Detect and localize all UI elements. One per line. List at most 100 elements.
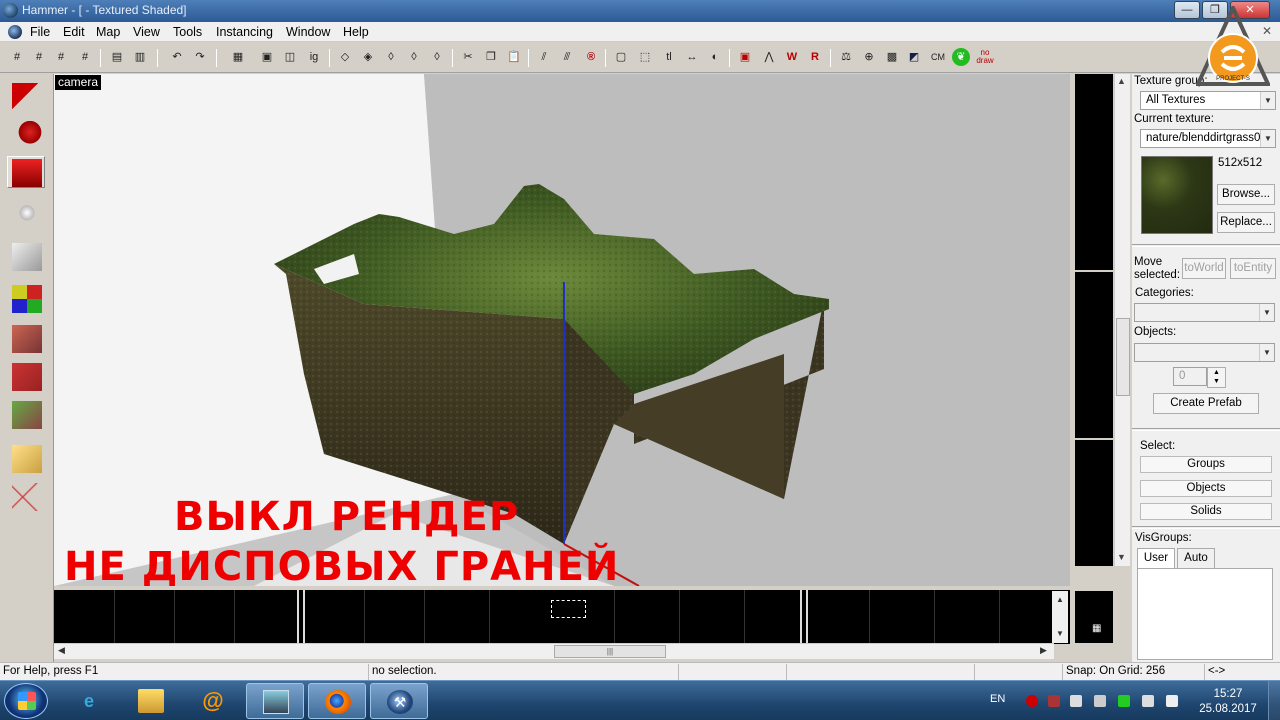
objects-count-spinner[interactable]: ▲ ▼	[1207, 367, 1226, 388]
cubemap-icon[interactable]: CM	[928, 48, 948, 66]
panel-scrollbar[interactable]: ▲ ▼	[1114, 74, 1130, 566]
select-objects-button[interactable]: Objects	[1140, 480, 1272, 497]
menu-view[interactable]: View	[133, 25, 160, 39]
visgroups-list[interactable]	[1137, 568, 1273, 660]
grid-smaller-icon[interactable]: #	[52, 48, 70, 66]
block-tool[interactable]	[7, 240, 45, 272]
split-icon[interactable]: ◐	[706, 48, 724, 66]
carve-icon[interactable]: ▦	[229, 48, 247, 66]
hollow-icon[interactable]: ▣	[258, 48, 276, 66]
viewport-label[interactable]: camera	[55, 75, 102, 90]
menu-file[interactable]: File	[30, 25, 50, 39]
grid-larger-icon[interactable]: #	[76, 48, 94, 66]
browse-button[interactable]: Browse...	[1217, 184, 1275, 205]
disp-build-icon[interactable]: W	[783, 48, 801, 66]
taskbar-firefox[interactable]	[308, 683, 366, 719]
leaf-icon[interactable]: ❦	[952, 48, 970, 66]
menu-window[interactable]: Window	[286, 25, 330, 39]
apply-texture-tool[interactable]	[7, 322, 45, 354]
menu-map[interactable]: Map	[96, 25, 120, 39]
menu-instancing[interactable]: Instancing	[216, 25, 273, 39]
ungroup-icon[interactable]: ▥	[131, 48, 149, 66]
text-tool-icon[interactable]: tl	[660, 48, 678, 66]
radius-culling-icon[interactable]: ®	[582, 48, 600, 66]
language-indicator[interactable]: EN	[990, 693, 1005, 705]
wireframe-icon[interactable]: ▩	[883, 48, 901, 66]
to-entity-button[interactable]: toEntity	[1230, 258, 1276, 279]
entity-tool[interactable]	[7, 200, 45, 232]
volume-muted-icon[interactable]	[1070, 695, 1082, 707]
ignore-groups-icon[interactable]: ig	[305, 48, 323, 66]
redo-icon[interactable]: ↷	[191, 48, 209, 66]
view-2d-corner[interactable]: ▦	[1075, 591, 1113, 643]
hammer-app-icon[interactable]	[3, 3, 18, 18]
view-2d-front[interactable]	[1075, 272, 1113, 438]
to-world-button[interactable]: toWorld	[1182, 258, 1226, 279]
models-icon[interactable]: ⊕	[860, 48, 878, 66]
align2-icon[interactable]: ◊	[405, 48, 423, 66]
select-groups-button[interactable]: Groups	[1140, 456, 1272, 473]
nodraw-icon[interactable]: no draw	[974, 48, 996, 66]
current-texture-combo[interactable]: nature/blenddirtgrass00 ▼	[1140, 129, 1276, 148]
view-2d-top[interactable]	[1075, 74, 1113, 270]
clip-icon[interactable]: ◫	[281, 48, 299, 66]
apply-decal-tool[interactable]	[7, 360, 45, 392]
network-icon[interactable]	[1142, 695, 1154, 707]
paste-icon[interactable]: 📋	[505, 48, 523, 66]
document-icon[interactable]	[8, 25, 22, 39]
disp-walk-icon[interactable]: ⋀	[760, 48, 778, 66]
grid-3d-icon[interactable]: #	[30, 48, 48, 66]
clock[interactable]: 15:27 25.08.2017	[1196, 687, 1260, 717]
view-2d-vscroll[interactable]: ▲ ▼	[1052, 591, 1068, 643]
disp-remove-icon[interactable]: R	[806, 48, 824, 66]
create-prefab-button[interactable]: Create Prefab	[1153, 393, 1259, 414]
cut-icon[interactable]: ✂	[459, 48, 477, 66]
taskbar-hammer[interactable]: ⚒	[370, 683, 428, 719]
start-button[interactable]	[4, 683, 48, 719]
grid-toggle-icon[interactable]: #	[8, 48, 26, 66]
replace-button[interactable]: Replace...	[1217, 212, 1275, 233]
undo-icon[interactable]: ↶	[168, 48, 186, 66]
helpers-icon[interactable]: ⚖	[837, 48, 855, 66]
battery-icon[interactable]	[1118, 695, 1130, 707]
vertex-tool[interactable]	[7, 480, 45, 512]
taskbar-screen-recorder[interactable]	[246, 683, 304, 719]
select-box-icon[interactable]: ▢	[612, 48, 630, 66]
camera-tool[interactable]	[7, 156, 45, 188]
texture-preview[interactable]	[1141, 156, 1213, 234]
lighting-icon[interactable]: ◩	[905, 48, 923, 66]
texture-application-tool[interactable]	[7, 282, 45, 314]
menu-tools[interactable]: Tools	[173, 25, 202, 39]
view-2d-side[interactable]	[1075, 440, 1113, 566]
taskbar-explorer[interactable]	[122, 683, 180, 719]
menu-edit[interactable]: Edit	[63, 25, 85, 39]
view-2d-hscroll[interactable]: ◀ ||| ▶	[54, 643, 1054, 659]
magnify-tool[interactable]	[7, 118, 45, 150]
rotate-icon[interactable]: ◇	[336, 48, 354, 66]
camera-viewport[interactable]: camera ВЫКЛ РЕНДЕР НЕ ДИСПОВЫХ ГРАНЕЙ	[54, 74, 1070, 586]
tab-auto[interactable]: Auto	[1177, 548, 1215, 568]
selection-tool[interactable]	[7, 80, 45, 112]
apply-overlay-tool[interactable]	[7, 398, 45, 430]
show-desktop-button[interactable]	[1268, 681, 1280, 720]
group-icon[interactable]: ▤	[108, 48, 126, 66]
menu-help[interactable]: Help	[343, 25, 369, 39]
flip-icon[interactable]: ◈	[359, 48, 377, 66]
clipping-tool[interactable]	[7, 442, 45, 474]
security-icon[interactable]	[1094, 695, 1106, 707]
texture-lock-icon[interactable]: ⫽	[535, 48, 553, 66]
categories-combo[interactable]: ▼	[1134, 303, 1275, 322]
texture-group-combo[interactable]: All Textures ▼	[1140, 91, 1276, 110]
view-2d-strip[interactable]	[54, 590, 1070, 644]
select-solids-button[interactable]: Solids	[1140, 503, 1272, 520]
objects-combo[interactable]: ▼	[1134, 343, 1275, 362]
texture-scale-lock-icon[interactable]: ⫻	[558, 48, 576, 66]
tab-user[interactable]: User	[1137, 548, 1175, 568]
tray-app-icon[interactable]	[1048, 695, 1060, 707]
align-icon[interactable]: ◊	[382, 48, 400, 66]
copy-icon[interactable]: ❐	[482, 48, 500, 66]
disp-render-icon[interactable]: ▣	[736, 48, 754, 66]
objects-count-input[interactable]: 0	[1173, 367, 1207, 386]
taskbar-mail-agent[interactable]: @	[184, 683, 242, 719]
taskbar-ie[interactable]: e	[60, 683, 118, 719]
